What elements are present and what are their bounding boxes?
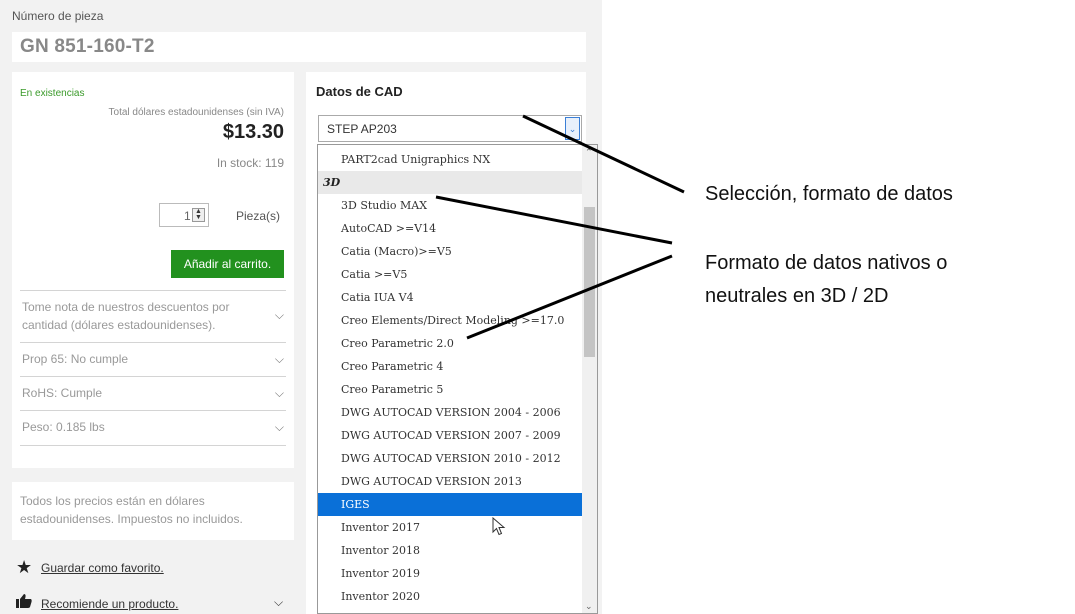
chevron-down-icon[interactable]: ⌵ — [274, 595, 283, 610]
cad-title: Datos de CAD — [316, 84, 403, 99]
dropdown-option[interactable]: Creo Elements/Direct Modeling >=17.0 — [318, 309, 583, 332]
save-favorite-link[interactable]: Guardar como favorito. — [41, 561, 164, 575]
chevron-down-icon[interactable]: ⌄ — [565, 117, 580, 140]
mouse-cursor-icon — [492, 517, 506, 536]
stock-count: In stock: 119 — [216, 156, 284, 170]
stock-status: En existencias — [20, 88, 85, 99]
dropdown-scrollbar[interactable]: ⌃ ⌄ — [582, 145, 597, 613]
scroll-down-icon[interactable]: ⌄ — [585, 601, 593, 612]
spinner-icon[interactable]: ▲ ▼ — [192, 208, 205, 222]
accordion-label: Peso: 0.185 lbs — [22, 420, 105, 434]
pricing-card: En existencias Total dólares estadounide… — [12, 72, 294, 468]
dropdown-option[interactable]: DWG AUTOCAD VERSION 2010 - 2012 — [318, 447, 583, 470]
accordion-label: Tome nota de nuestros descuentos por can… — [22, 300, 230, 332]
dropdown-group-header: 3D — [318, 171, 583, 194]
accordion-item-weight[interactable]: Peso: 0.185 lbs ⌵ — [20, 410, 286, 446]
price-notice: Todos los precios están en dólares estad… — [12, 482, 294, 540]
dropdown-option[interactable]: Catia IUA V4 — [318, 286, 583, 309]
price-caption: Total dólares estadounidenses (sin IVA) — [108, 107, 284, 118]
part-number-label: Número de pieza — [12, 9, 104, 23]
dropdown-option[interactable]: IGES — [318, 493, 583, 516]
cad-format-select[interactable]: STEP AP203 ⌄ — [318, 115, 582, 142]
star-icon[interactable]: ★ — [16, 557, 32, 578]
annotation-native-formats-line2: neutrales en 3D / 2D — [705, 285, 889, 307]
chevron-down-icon[interactable]: ⌵ — [275, 420, 284, 435]
accordion-label: RoHS: Cumple — [22, 386, 103, 400]
dropdown-list[interactable]: PART2cad Unigraphics NX 3D 3D Studio MAX Au… — [318, 148, 583, 608]
quantity-unit: Pieza(s) — [236, 209, 281, 223]
chevron-down-icon[interactable]: ⌵ — [275, 386, 284, 401]
dropdown-option[interactable]: Inventor 2020 — [318, 585, 583, 608]
dropdown-option[interactable]: DWG AUTOCAD VERSION 2007 - 2009 — [318, 424, 583, 447]
recommend-product-link[interactable]: Recomiende un producto. — [41, 597, 178, 611]
cad-format-dropdown[interactable]: PART2cad Unigraphics NX 3D 3D Studio MAX Au… — [317, 144, 598, 614]
dropdown-option[interactable]: Inventor 2017 — [318, 516, 583, 539]
dropdown-option[interactable]: DWG AUTOCAD VERSION 2013 — [318, 470, 583, 493]
dropdown-option[interactable]: 3D Studio MAX — [318, 194, 583, 217]
part-number-box: GN 851-160-T2 — [12, 32, 586, 62]
accordion-item-rohs[interactable]: RoHS: Cumple ⌵ — [20, 376, 286, 410]
scroll-up-icon[interactable]: ⌃ — [585, 147, 593, 158]
dropdown-option[interactable]: DWG AUTOCAD VERSION 2004 - 2006 — [318, 401, 583, 424]
accordion-item-discounts[interactable]: Tome nota de nuestros descuentos por can… — [20, 290, 286, 342]
price: $13.30 — [222, 121, 284, 143]
dropdown-option[interactable]: Creo Parametric 4 — [318, 355, 583, 378]
dropdown-option[interactable]: PART2cad Unigraphics NX — [318, 148, 583, 171]
dropdown-option[interactable]: Catia >=V5 — [318, 263, 583, 286]
dropdown-option[interactable]: Inventor 2018 — [318, 539, 583, 562]
part-number: GN 851-160-T2 — [20, 36, 155, 57]
dropdown-option[interactable]: Inventor 2019 — [318, 562, 583, 585]
accordion-item-prop65[interactable]: Prop 65: No cumple ⌵ — [20, 342, 286, 376]
dropdown-option[interactable]: AutoCAD >=V14 — [318, 217, 583, 240]
chevron-down-icon[interactable]: ⌵ — [275, 308, 284, 323]
dropdown-option[interactable]: Catia (Macro)>=V5 — [318, 240, 583, 263]
dropdown-option[interactable]: Creo Parametric 2.0 — [318, 332, 583, 355]
annotation-native-formats-line1: Formato de datos nativos o — [705, 252, 948, 274]
notice-text: Todos los precios están en dólares estad… — [20, 494, 243, 526]
scrollbar-thumb[interactable] — [584, 207, 595, 357]
quantity-stepper[interactable]: 1 ▲ ▼ — [159, 203, 209, 227]
selected-format[interactable]: STEP AP203 — [327, 122, 397, 136]
quantity-value[interactable]: 1 — [184, 209, 191, 223]
add-to-cart-button[interactable]: Añadir al carrito. — [171, 250, 284, 278]
annotation-format-selection: Selección, formato de datos — [705, 183, 953, 205]
thumbs-up-icon[interactable] — [16, 594, 32, 612]
dropdown-option[interactable]: Creo Parametric 5 — [318, 378, 583, 401]
chevron-down-icon[interactable]: ⌵ — [275, 352, 284, 367]
accordion-label: Prop 65: No cumple — [22, 352, 129, 366]
